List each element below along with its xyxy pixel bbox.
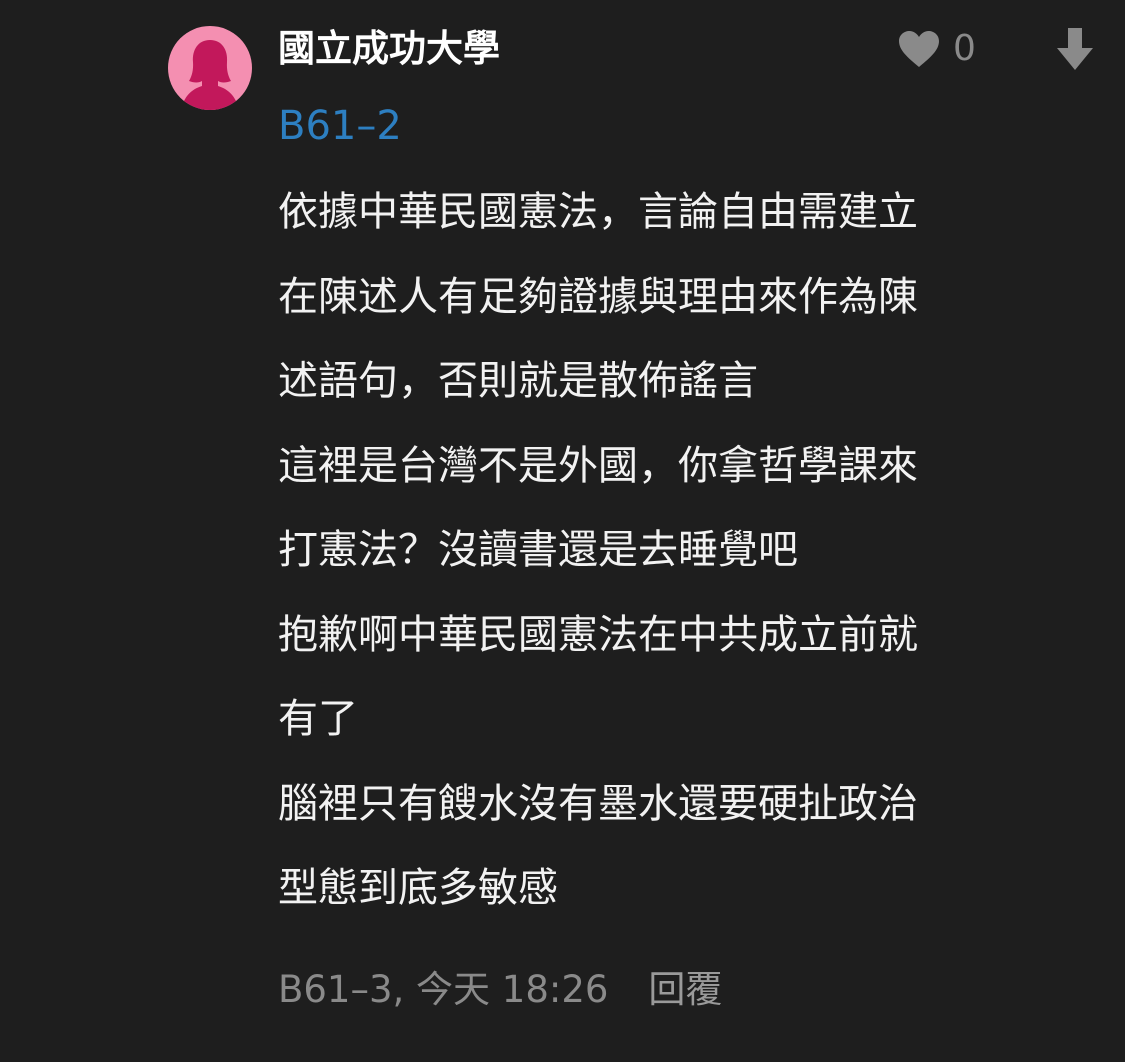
content-line: 抱歉啊中華民國憲法在中共成立前就 <box>278 611 918 658</box>
content-line: 腦裡只有餿水沒有墨水還要硬扯政治 <box>278 780 918 827</box>
heart-icon <box>899 31 939 67</box>
content-line: 打憲法？沒讀書還是去睡覺吧 <box>278 527 798 573</box>
content-line: 述語句，否則就是散佈謠言 <box>278 358 758 404</box>
comment-footer: B61–3, 今天 18:26 回覆 <box>278 958 722 1014</box>
content-line: 型態到底多敏感 <box>278 865 558 911</box>
author-name[interactable]: 國立成功大學 <box>278 22 500 76</box>
content-line: 有了 <box>278 696 358 742</box>
arrow-down-icon <box>1057 28 1093 70</box>
floor-reference-link[interactable]: B61–2 <box>278 98 402 154</box>
comment-actions: 0 <box>885 22 1125 76</box>
comment-meta: B61–3, 今天 18:26 <box>278 968 609 1011</box>
content-line: 這裡是台灣不是外國，你拿哲學課來 <box>278 442 918 489</box>
content-line: 依據中華民國憲法，言論自由需建立 <box>278 189 918 235</box>
reply-button[interactable]: 回覆 <box>648 959 722 1013</box>
like-button[interactable]: 0 <box>897 22 976 76</box>
comment-content: 依據中華民國憲法，言論自由需建立 在陳述人有足夠證據與理由來作為陳 述語句，否則… <box>278 170 1068 931</box>
content-line: 在陳述人有足夠證據與理由來作為陳 <box>278 273 918 320</box>
downvote-button[interactable] <box>1055 26 1095 76</box>
like-count: 0 <box>953 28 976 69</box>
female-silhouette-icon <box>181 40 239 110</box>
avatar[interactable] <box>168 26 252 110</box>
